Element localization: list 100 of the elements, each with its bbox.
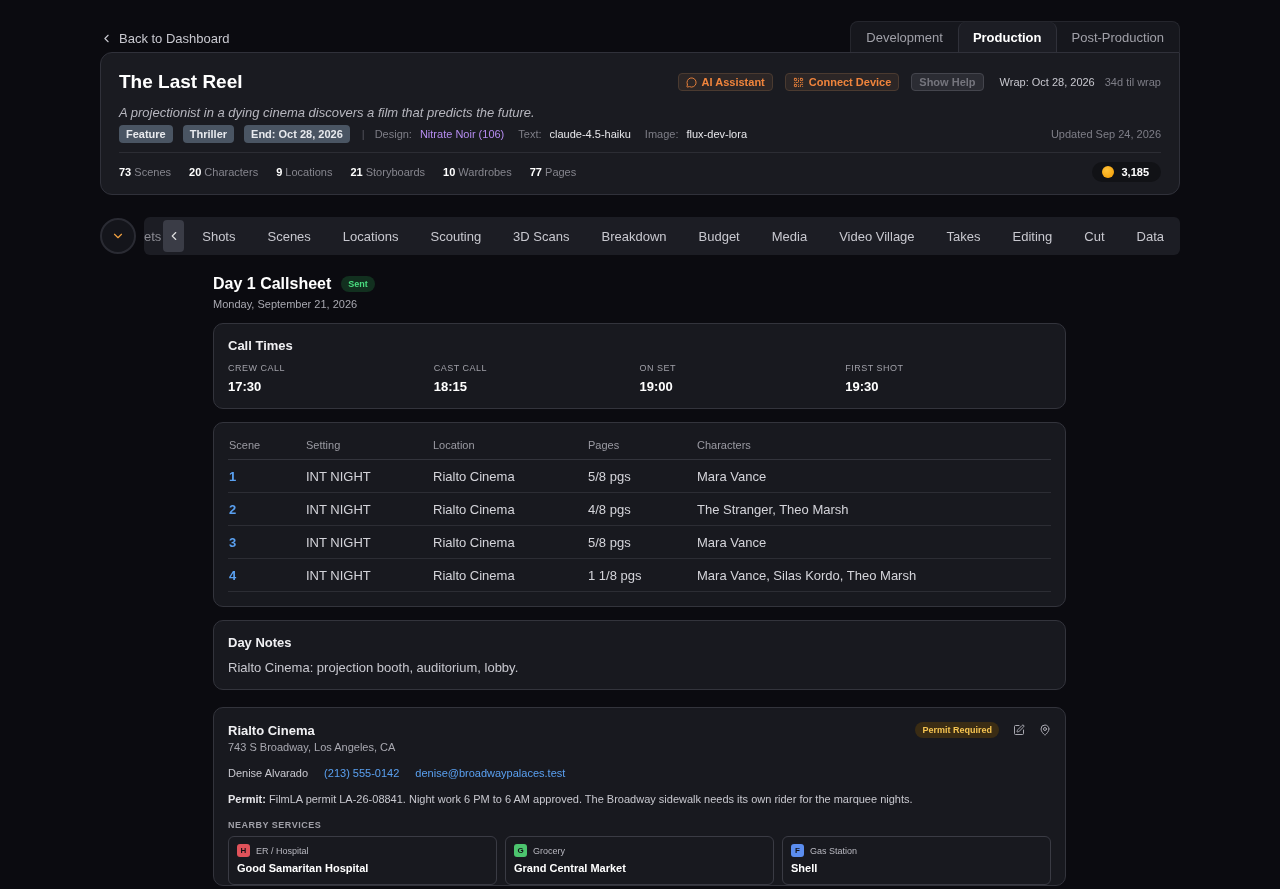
- card-title: Call Times: [228, 338, 294, 353]
- column-header: Setting: [305, 439, 432, 460]
- email-link[interactable]: denise@broadwaypalaces.test: [415, 767, 566, 779]
- scroll-left-button[interactable]: [163, 220, 185, 252]
- table-cell: 1 1/8 pgs: [587, 558, 696, 592]
- section-tab[interactable]: Locations: [326, 217, 415, 255]
- service-name: Grand Central Market: [514, 862, 627, 874]
- tag: End: Oct 28, 2026: [244, 125, 350, 143]
- meta-value: Nitrate Noir (106): [419, 128, 505, 140]
- edit-icon: [1013, 724, 1025, 736]
- logline: A projectionist in a dying cinema discovers a film that predicts the future.: [119, 105, 536, 120]
- coin-icon: [1102, 166, 1115, 178]
- wrap-date: Wrap: Oct 28, 2026: [999, 76, 1095, 88]
- meta-value: claude-4.5-haiku: [549, 128, 631, 140]
- stage-tab[interactable]: Post-Production: [1056, 22, 1179, 52]
- action-button[interactable]: AI Assistant: [677, 73, 773, 91]
- call-time: 19:00: [639, 379, 674, 394]
- scene-link[interactable]: 4: [228, 558, 305, 592]
- scene-link[interactable]: 3: [228, 525, 305, 559]
- section-tab[interactable]: Cut: [1068, 217, 1121, 255]
- section-tab[interactable]: Breakdown: [585, 217, 683, 255]
- table-cell: 5/8 pgs: [587, 525, 696, 559]
- credits-pill: 3,185: [1092, 162, 1161, 182]
- table-cell: Rialto Cinema: [432, 459, 587, 493]
- table-cell: 5/8 pgs: [587, 459, 696, 493]
- table-cell: Mara Vance, Silas Kordo, Theo Marsh: [696, 558, 1051, 592]
- stage-tab[interactable]: Production: [957, 22, 1057, 52]
- table-cell: The Stranger, Theo Marsh: [696, 492, 1051, 526]
- phone-link[interactable]: (213) 555-0142: [324, 767, 400, 779]
- tag: Feature: [119, 125, 173, 143]
- service-name: Shell: [791, 862, 819, 874]
- call-time: 18:15: [433, 379, 468, 394]
- callsheet-date: Monday, September 21, 2026: [213, 298, 359, 310]
- section-tab[interactable]: Data: [1120, 217, 1180, 255]
- permit-badge: Permit Required: [915, 722, 999, 738]
- column-header: Characters: [696, 439, 1051, 460]
- status-badge: Sent: [341, 276, 375, 292]
- table-cell: Rialto Cinema: [432, 492, 587, 526]
- separator: |: [361, 128, 365, 140]
- section-tab[interactable]: Media: [755, 217, 824, 255]
- contact-name: Denise Alvarado: [228, 767, 309, 779]
- card-title: Day Notes: [228, 635, 293, 650]
- scene-link[interactable]: 1: [228, 459, 305, 493]
- tag: Thriller: [182, 125, 235, 143]
- section-label: NEARBY SERVICES: [228, 820, 323, 830]
- edit-button[interactable]: [1013, 724, 1025, 736]
- section-tab[interactable]: Scenes: [251, 217, 327, 255]
- section-tab[interactable]: ets: [144, 217, 164, 255]
- call-label: FIRST SHOT: [845, 363, 905, 373]
- column-header: Pages: [587, 439, 696, 460]
- project-title: The Last Reel: [119, 71, 243, 93]
- table-cell: INT NIGHT: [305, 558, 432, 592]
- back-link[interactable]: Back to Dashboard: [100, 31, 230, 52]
- location-address: 743 S Broadway, Los Angeles, CA: [228, 741, 397, 753]
- table-cell: Mara Vance: [696, 525, 1051, 559]
- map-pin-button[interactable]: [1039, 724, 1051, 736]
- stat: 10 Wardrobes: [443, 166, 512, 178]
- service-type: Gas Station: [810, 845, 858, 856]
- meta-label: Image:: [644, 128, 679, 140]
- call-label: CREW CALL: [228, 363, 286, 373]
- service-type: ER / Hospital: [256, 845, 309, 856]
- wrap-countdown: 34d til wrap: [1104, 76, 1161, 88]
- call-time: 19:30: [845, 379, 880, 394]
- permit-text: Permit: FilmLA permit LA-26-08841. Night work 6 PM to 6 AM approved. The Broadway sidewalk needs its own rider for the marquee nights.: [228, 793, 914, 805]
- table-cell: INT NIGHT: [305, 459, 432, 493]
- service-type: Grocery: [533, 845, 565, 856]
- qr-code-icon: [792, 76, 804, 88]
- section-tab[interactable]: 3D Scans: [497, 217, 586, 255]
- stat: 20 Characters: [189, 166, 259, 178]
- stage-tab[interactable]: Development: [851, 22, 958, 52]
- section-tab[interactable]: Editing: [996, 217, 1069, 255]
- chat-icon: [685, 76, 697, 88]
- section-tab[interactable]: Budget: [682, 217, 756, 255]
- section-tab[interactable]: Shots: [186, 217, 252, 255]
- stat: 73 Scenes: [119, 166, 171, 178]
- location-name: Rialto Cinema: [228, 722, 315, 738]
- map-pin-icon: [1039, 724, 1051, 736]
- section-tab[interactable]: Video Village: [823, 217, 931, 255]
- column-header: Scene: [228, 439, 305, 460]
- meta-value: flux-dev-lora: [686, 128, 748, 140]
- section-tab[interactable]: Scouting: [414, 217, 498, 255]
- service-letter: H: [237, 844, 250, 857]
- service-name: Good Samaritan Hospital: [237, 862, 370, 874]
- column-header: Location: [432, 439, 587, 460]
- action-button[interactable]: Connect Device: [784, 73, 900, 91]
- scene-link[interactable]: 2: [228, 492, 305, 526]
- section-tab[interactable]: Takes: [930, 217, 997, 255]
- table-cell: 4/8 pgs: [587, 492, 696, 526]
- callsheet-title: Day 1 Callsheet: [213, 275, 332, 293]
- stat: 9 Locations: [276, 166, 333, 178]
- call-time: 17:30: [228, 379, 263, 394]
- table-cell: Rialto Cinema: [432, 525, 587, 559]
- table-cell: INT NIGHT: [305, 525, 432, 559]
- service-letter: G: [514, 844, 527, 857]
- table-cell: Rialto Cinema: [432, 558, 587, 592]
- day-notes-text: Rialto Cinema: projection booth, auditorium, lobby.: [228, 660, 520, 675]
- table-cell: Mara Vance: [696, 459, 1051, 493]
- updated-date: Updated Sep 24, 2026: [1050, 128, 1161, 140]
- stat: 21 Storyboards: [350, 166, 426, 178]
- stat: 77 Pages: [529, 166, 577, 178]
